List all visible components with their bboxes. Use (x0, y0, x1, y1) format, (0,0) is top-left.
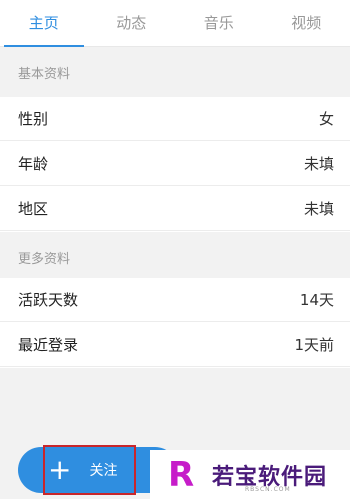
row-value: 女 (318, 110, 334, 128)
row-gender[interactable]: 性别 女 (0, 97, 350, 141)
row-value: 未填 (303, 200, 334, 218)
row-region[interactable]: 地区 未填 (0, 187, 350, 231)
tab-music[interactable]: 音乐 (175, 0, 263, 46)
tab-activity[interactable]: 动态 (88, 0, 176, 46)
row-value: 14天 (299, 291, 334, 309)
section-more-info-header: 更多资料 (0, 232, 350, 282)
row-value: 1天前 (294, 336, 334, 354)
plus-icon: + (48, 453, 72, 486)
row-value: 未填 (303, 155, 334, 173)
section-title: 更多资料 (18, 252, 71, 267)
section-basic-info-header: 基本资料 (0, 47, 350, 97)
watermark-subtext: RBSCN.COM (245, 486, 291, 493)
row-age[interactable]: 年龄 未填 (0, 142, 350, 186)
tab-home[interactable]: 主页 (0, 0, 88, 47)
tab-video[interactable]: 视频 (263, 0, 350, 46)
row-last-login[interactable]: 最近登录 1天前 (0, 323, 350, 367)
top-tab-bar: 主页 动态 音乐 视频 (0, 0, 350, 47)
row-active-days[interactable]: 活跃天数 14天 (0, 278, 350, 322)
row-label: 最近登录 (18, 336, 79, 354)
row-label: 地区 (18, 200, 49, 218)
follow-label: 关注 (89, 463, 118, 479)
row-label: 年龄 (18, 155, 49, 173)
row-label: 性别 (18, 110, 49, 128)
watermark-logo: R (168, 454, 195, 495)
row-label: 活跃天数 (18, 291, 79, 309)
watermark: R 若宝软件园 RBSCN.COM (150, 450, 350, 499)
section-title: 基本资料 (18, 67, 71, 82)
